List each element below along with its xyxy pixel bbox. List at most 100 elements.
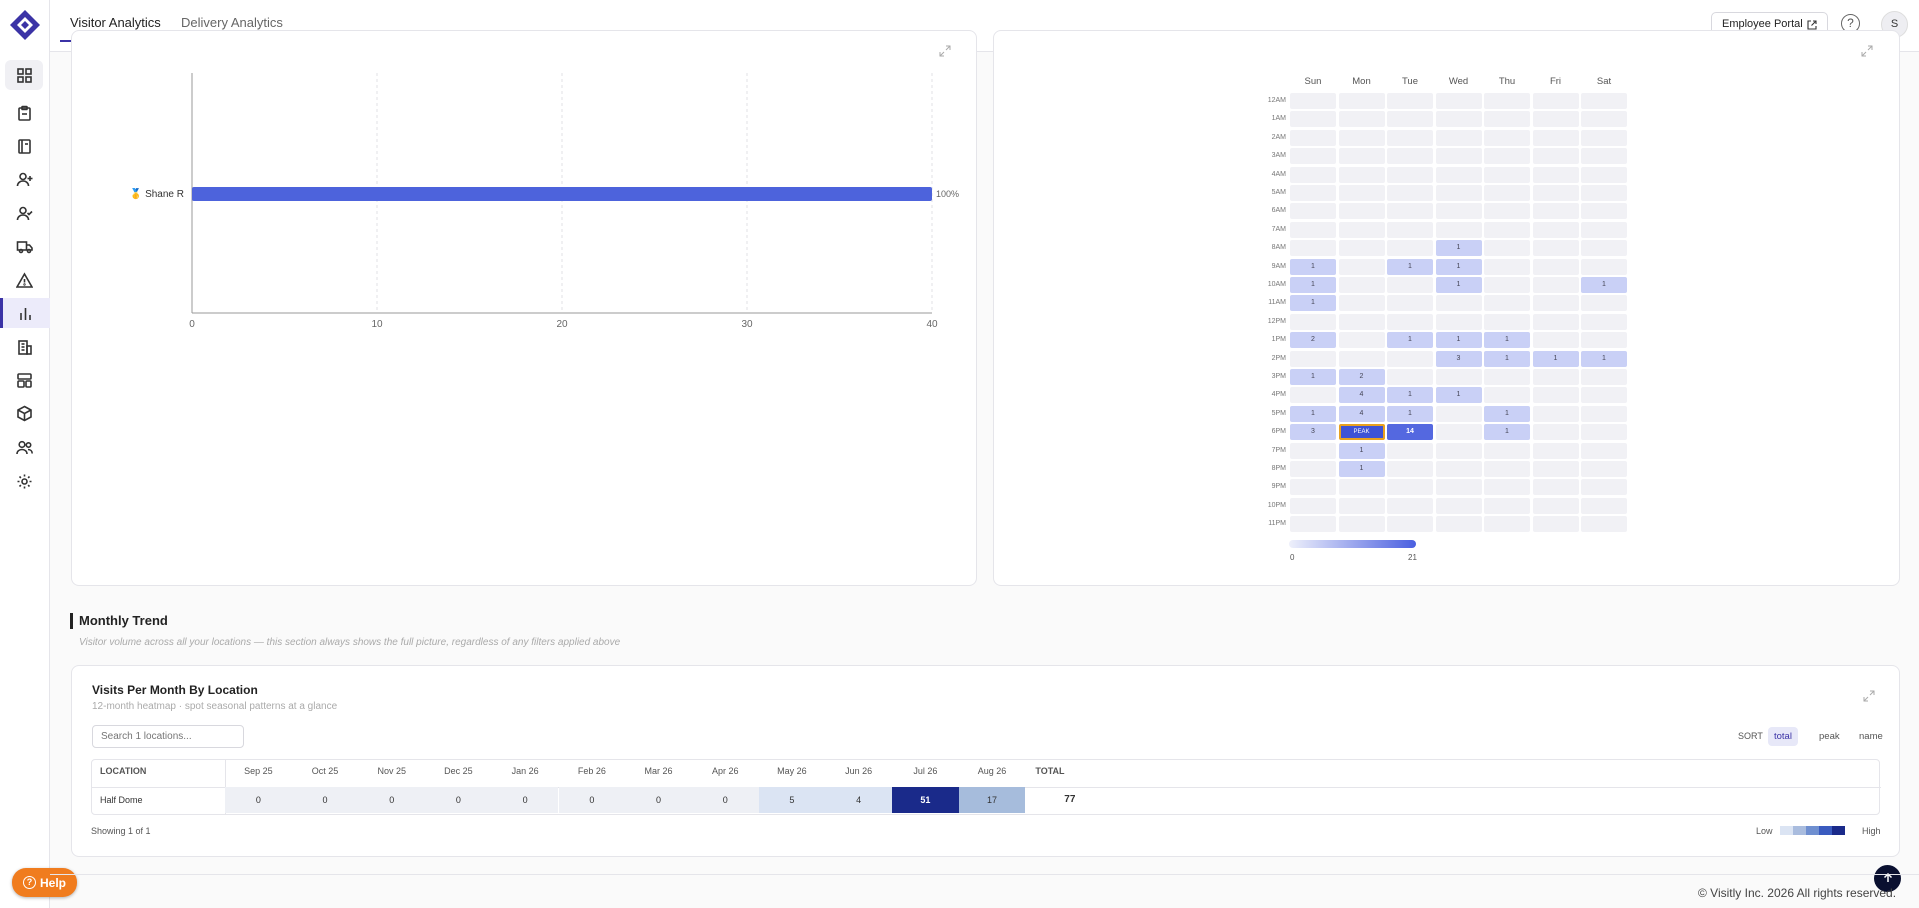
bar-chart: 0 10 20 30 40 🥇 Shane R 100% <box>130 73 959 330</box>
heatmap-cell <box>1338 111 1385 128</box>
heatmap-hour-label: 8AM <box>1271 244 1286 252</box>
heatmap-cell <box>1387 497 1433 514</box>
heatmap-cell <box>1484 111 1530 128</box>
heatmap-hour-label: 8PM <box>1271 465 1286 472</box>
heatmap-cell <box>1484 185 1530 201</box>
sidebar-item-warning[interactable] <box>5 265 43 295</box>
top-hosts-card: 0 10 20 30 40 🥇 Shane R 100% <box>71 30 977 586</box>
sidebar-item-users[interactable] <box>5 432 43 462</box>
sidebar-item-truck[interactable] <box>5 231 43 261</box>
sidebar-item-dashboard[interactable] <box>5 60 43 90</box>
heatmap-cell <box>1581 166 1627 183</box>
bar <box>192 187 932 201</box>
x-tick-label: 20 <box>556 319 568 330</box>
heatmap-cell <box>1338 295 1385 312</box>
heatmap-cell <box>1532 442 1579 459</box>
heatmap-cell <box>1387 129 1433 146</box>
heatmap-cell <box>1387 350 1433 367</box>
layout-icon <box>16 372 32 388</box>
location-search-input[interactable] <box>92 725 244 748</box>
sidebar-item-bar-chart[interactable] <box>0 298 50 328</box>
month-header: Feb 26 <box>577 766 606 776</box>
heatmap-cell: 1 <box>1290 405 1336 422</box>
heatmap-cell <box>1532 497 1579 514</box>
heatmap-cell <box>1581 313 1627 330</box>
section-subtitle: Visitor volume across all your locations… <box>79 637 621 648</box>
heatmap-cell <box>1581 221 1627 238</box>
heatmap-cell <box>1290 129 1336 146</box>
heatmap-cell <box>1532 129 1579 146</box>
sort-peak-button[interactable]: peak <box>1813 727 1846 746</box>
heatmap-cell <box>1532 479 1579 496</box>
heatmap-cell: 1 <box>1484 350 1530 367</box>
legend-swatch <box>1819 826 1832 835</box>
heatmap-cell: 1 <box>1581 277 1627 293</box>
heatmap-day-label: Mon <box>1352 76 1371 87</box>
heatmap-cell: 1 <box>1484 332 1530 349</box>
sort-name-button[interactable]: name <box>1853 727 1889 746</box>
row-total: 77 <box>1064 794 1076 805</box>
sidebar-item-box[interactable] <box>5 398 43 428</box>
sidebar-item-user-check[interactable] <box>5 198 43 228</box>
heatmap-cell <box>1532 332 1579 349</box>
heatmap-cell <box>1581 442 1627 459</box>
logo-icon[interactable] <box>8 8 42 42</box>
help-button[interactable]: ? Help <box>12 868 77 897</box>
heatmap-cell: 14 <box>1387 424 1433 441</box>
expand-icon[interactable] <box>1863 690 1875 702</box>
month-header: Dec 25 <box>444 766 473 776</box>
heatmap-cell: 1 <box>1581 350 1627 367</box>
heatmap-cell: 1 <box>1484 424 1530 441</box>
heatmap-cell <box>1581 424 1627 441</box>
heatmap-cell <box>1581 479 1627 496</box>
hourly-heatmap-card: Sun Mon Tue Wed Thu Fri Sat 12AM 1AM 2AM 3AM 4AM 5AM… <box>993 30 1900 586</box>
month-header: Aug 26 <box>977 766 1007 776</box>
heatmap-cell <box>1532 369 1579 385</box>
heatmap-cell <box>1387 240 1433 257</box>
heatmap-cell <box>1290 479 1336 496</box>
heatmap-cell <box>1387 369 1433 385</box>
heatmap-cell: 2 <box>1290 332 1336 349</box>
heatmap-cell <box>1338 148 1385 165</box>
heatmap-cell <box>1338 221 1385 238</box>
user-check-icon <box>16 206 33 220</box>
heatmap-hour-label: 11PM <box>1268 520 1286 528</box>
heatmap-cell <box>1338 350 1385 367</box>
month-header: Nov 25 <box>377 766 406 776</box>
month-value-cell: 0 <box>691 787 759 813</box>
heatmap-cell <box>1435 516 1482 533</box>
heatmap-cell <box>1581 258 1627 275</box>
heatmap-cell <box>1338 277 1385 293</box>
sidebar-item-gear[interactable] <box>5 466 43 496</box>
expand-icon[interactable] <box>1861 45 1873 57</box>
heatmap-cell <box>1387 295 1433 312</box>
heatmap-cell <box>1338 93 1385 109</box>
heatmap-cell <box>1435 111 1482 128</box>
sidebar-item-layout[interactable] <box>5 365 43 395</box>
month-header: Jan 26 <box>511 766 539 776</box>
footer-copyright: © Visitly Inc. 2026 All rights reserved. <box>1698 886 1897 900</box>
heatmap-cell: 1 <box>1290 277 1336 293</box>
heatmap-cell <box>1387 516 1433 533</box>
sidebar-item-building[interactable] <box>5 332 43 362</box>
month-value-cell: 17 <box>958 787 1026 813</box>
heatmap-cell <box>1532 111 1579 128</box>
heatmap-cell: 1 <box>1290 295 1336 312</box>
bar-chart-icon <box>19 307 31 320</box>
heatmap-cell <box>1484 166 1530 183</box>
heatmap-cell <box>1338 166 1385 183</box>
sidebar-item-notebook[interactable] <box>5 131 43 161</box>
sort-total-button[interactable]: total <box>1768 727 1798 746</box>
user-add-icon <box>16 172 32 186</box>
heatmap-cell <box>1435 166 1482 183</box>
sidebar-item-user-add[interactable] <box>5 164 43 194</box>
users-icon <box>15 440 33 454</box>
sidebar-item-clipboard[interactable] <box>5 98 43 128</box>
heatmap-cell <box>1435 129 1482 146</box>
heatmap-hour-label: 4AM <box>1271 170 1286 178</box>
heatmap-cell <box>1290 166 1336 183</box>
heatmap-cell: 3 <box>1290 424 1336 441</box>
location-header: LOCATION <box>100 766 147 776</box>
heatmap-cell <box>1484 313 1530 330</box>
heatmap-cell <box>1290 516 1336 533</box>
